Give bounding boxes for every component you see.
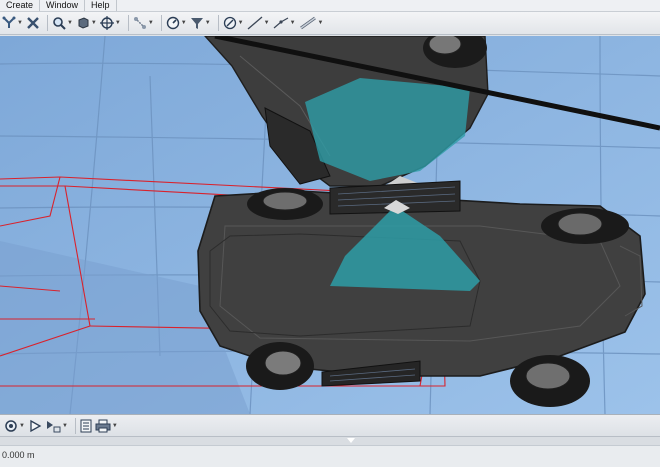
- polyline-button[interactable]: ▼: [273, 14, 296, 33]
- move-button[interactable]: ▼: [99, 14, 121, 33]
- filter-icon: [190, 18, 203, 29]
- measure-icon: [223, 16, 236, 30]
- play-button[interactable]: [28, 416, 42, 435]
- step-button[interactable]: ▼: [45, 416, 68, 435]
- document-button[interactable]: [80, 416, 92, 435]
- cube-button[interactable]: ▼: [76, 14, 97, 33]
- 3d-viewport[interactable]: [0, 36, 660, 414]
- gauge-icon: [166, 16, 179, 30]
- links-button[interactable]: ▼: [2, 14, 23, 33]
- zoom-icon: [53, 17, 66, 30]
- play-icon: [30, 419, 42, 432]
- menu-create[interactable]: Create: [0, 0, 41, 11]
- step-icon: [46, 420, 61, 432]
- select-button[interactable]: ▼: [133, 14, 154, 33]
- toolbar-separator: [217, 15, 219, 31]
- chevron-down-icon[interactable]: [347, 438, 355, 443]
- filter-button[interactable]: ▼: [190, 14, 211, 33]
- main-toolbar: ▼ ▼ ▼ ▼ ▼ ▼ ▼ ▼ ▼ ▼ ▼: [0, 12, 660, 35]
- toolbar-separator: [160, 15, 162, 31]
- toolbar-separator: [46, 15, 48, 31]
- gauge-button[interactable]: ▼: [166, 14, 187, 33]
- scene-canvas: [0, 36, 660, 414]
- camera-button[interactable]: ▼: [4, 416, 25, 435]
- links-icon: [2, 16, 16, 28]
- select-icon: [133, 17, 146, 29]
- zoom-button[interactable]: ▼: [52, 14, 73, 33]
- menu-help[interactable]: Help: [85, 0, 117, 11]
- ruler-button[interactable]: ▼: [299, 14, 323, 33]
- menu-bar: Create Window Help: [0, 0, 660, 12]
- print-icon: [95, 419, 111, 432]
- line-icon: [247, 16, 263, 30]
- panel-splitter[interactable]: [0, 436, 660, 445]
- line-button[interactable]: ▼: [247, 14, 270, 33]
- polyline-icon: [273, 17, 288, 29]
- bottom-toolbar: ▼ ▼ ▼: [0, 414, 660, 436]
- print-button[interactable]: ▼: [95, 416, 118, 435]
- measure-button[interactable]: ▼: [223, 14, 244, 33]
- distance-readout: 0.000 m: [2, 450, 35, 460]
- move-icon: [99, 16, 114, 30]
- vehicle-main: [197, 180, 646, 407]
- document-icon: [80, 419, 92, 432]
- status-bar: 0.000 m: [0, 445, 660, 467]
- camera-icon: [5, 419, 17, 432]
- delete-icon: [27, 17, 39, 29]
- cube-icon: [78, 17, 89, 29]
- delete-button[interactable]: [26, 14, 40, 33]
- toolbar-separator: [127, 15, 129, 31]
- menu-window[interactable]: Window: [40, 0, 86, 11]
- toolbar-separator: [74, 417, 76, 434]
- ruler-icon: [299, 16, 316, 30]
